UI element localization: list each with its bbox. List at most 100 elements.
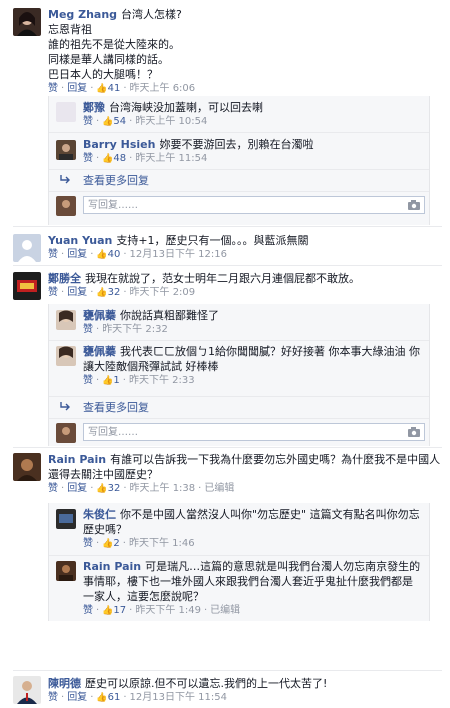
comment: 陳明德 歷史可以原諒.但不可以遺忘.我們的上一代太苦了! 赞 · 回复 · 👍61 · 12月… xyxy=(0,674,450,708)
reply-link[interactable]: 回复 xyxy=(67,692,87,703)
reply-time[interactable]: 昨天下午 2:32 xyxy=(102,324,168,335)
like-count[interactable]: 32 xyxy=(108,287,121,298)
thumbs-up-icon: 👍 xyxy=(102,117,114,127)
reply: 鄭豫 台湾海峡没加蓋喇，可以回去喇 赞 · 👍54 · 昨天上午 10:54 xyxy=(49,96,429,133)
reply-author[interactable]: 甕佩蓁 xyxy=(83,309,116,322)
comment: Rain Pain 有誰可以告訴我一下我為什麼要勿忘外國史嗎？為什麼我不是中國人還… xyxy=(0,451,450,676)
like-count[interactable]: 40 xyxy=(108,249,121,260)
reply-arrow-icon xyxy=(60,402,70,411)
reply-composer: 写回复…… xyxy=(49,419,429,447)
comment-text: 支持+1，歷史只有一個。。。與藍派無關 xyxy=(116,234,309,247)
reply-link[interactable]: 回复 xyxy=(67,249,87,260)
reply-link[interactable]: 回复 xyxy=(67,83,87,94)
comment-time[interactable]: 12月13日下午 11:54 xyxy=(130,692,227,703)
reply-composer: 写回复…… xyxy=(49,192,429,220)
comment-author[interactable]: Meg Zhang xyxy=(48,8,117,21)
like-link[interactable]: 赞 xyxy=(83,324,93,335)
reply-author[interactable]: 甕佩蓁 xyxy=(83,345,116,358)
like-count[interactable]: 2 xyxy=(113,538,119,549)
reply-time[interactable]: 昨天上午 11:54 xyxy=(135,153,207,164)
comment: Yuan Yuan 支持+1，歷史只有一個。。。與藍派無關 赞 · 回复 · 👍40 · 12… xyxy=(0,230,450,266)
avatar xyxy=(56,423,76,443)
comment-time[interactable]: 昨天上午 6:06 xyxy=(130,83,196,94)
like-link[interactable]: 赞 xyxy=(48,287,58,298)
like-count[interactable]: 54 xyxy=(113,116,126,127)
avatar[interactable] xyxy=(13,676,41,704)
like-link[interactable]: 赞 xyxy=(83,605,93,616)
like-count[interactable]: 17 xyxy=(113,605,126,616)
avatar[interactable] xyxy=(13,453,41,481)
comment-text: 有誰可以告訴我一下我為什麼要勿忘外國史嗎？為什麼我不是中國人還得去關注中國歷史？ xyxy=(48,453,441,481)
reply: 甕佩蓁 你說話真粗鄙難怪了 赞 · 昨天下午 2:32 xyxy=(49,304,429,341)
avatar[interactable] xyxy=(56,140,76,160)
reply-arrow-icon xyxy=(60,175,70,184)
avatar[interactable] xyxy=(13,272,41,300)
reply: 甕佩蓁 我代表ㄈㄈ放個ㄅ1給你聞聞膩？好好接著 你本事大綠油油 你讓大陸敵個飛彈試… xyxy=(49,340,429,397)
replies-panel: 朱俊仁 你不是中國人當然沒人叫你"勿忘歷史" 這篇文有點名叫你勿忘歷史嗎？ 赞 · 👍… xyxy=(48,503,430,621)
like-link[interactable]: 赞 xyxy=(48,483,58,494)
avatar[interactable] xyxy=(13,234,41,262)
like-link[interactable]: 赞 xyxy=(48,249,58,260)
like-count[interactable]: 41 xyxy=(108,83,121,94)
comment-author[interactable]: Rain Pain xyxy=(48,453,106,466)
thumbs-up-icon: 👍 xyxy=(96,250,108,260)
avatar[interactable] xyxy=(56,102,76,122)
reply-author[interactable]: Barry Hsieh xyxy=(83,138,155,151)
reply-author[interactable]: 朱俊仁 xyxy=(83,508,116,521)
reply-time[interactable]: 昨天上午 10:54 xyxy=(135,116,207,127)
divider xyxy=(13,265,442,266)
comment-text: 我現在就說了，范女士明年二月跟六月連個屁都不敢放。 xyxy=(85,272,360,285)
comment-time[interactable]: 昨天上午 1:38 xyxy=(130,483,196,494)
reply-link[interactable]: 回复 xyxy=(67,483,87,494)
avatar[interactable] xyxy=(56,310,76,330)
reply-link[interactable]: 回复 xyxy=(67,287,87,298)
like-count[interactable]: 48 xyxy=(113,153,126,164)
comment-meta: 赞 · 回复 · 👍41 · 昨天上午 6:06 xyxy=(48,83,196,94)
comment-time[interactable]: 12月13日下午 12:16 xyxy=(130,249,227,260)
reply-input[interactable]: 写回复…… xyxy=(83,423,425,441)
like-count[interactable]: 32 xyxy=(108,483,121,494)
divider xyxy=(13,226,442,227)
reply-author[interactable]: Rain Pain xyxy=(83,560,141,573)
like-link[interactable]: 赞 xyxy=(83,538,93,549)
divider xyxy=(13,447,442,448)
edited-label[interactable]: 已编辑 xyxy=(204,483,234,494)
comment-author[interactable]: 鄭勝全 xyxy=(48,272,81,285)
view-more-replies[interactable]: 查看更多回复 xyxy=(49,396,429,419)
like-link[interactable]: 赞 xyxy=(83,153,93,164)
like-count[interactable]: 1 xyxy=(113,375,119,386)
avatar xyxy=(56,196,76,216)
comments-thread: Meg Zhang 台湾人怎樣? 忘恩背祖 誰的祖先不是從大陸來的。 同樣是華人講… xyxy=(0,0,450,708)
reply-input[interactable]: 写回复…… xyxy=(83,196,425,214)
view-more-replies[interactable]: 查看更多回复 xyxy=(49,169,429,192)
camera-icon[interactable] xyxy=(408,200,420,210)
avatar[interactable] xyxy=(56,509,76,529)
replies-panel: 鄭豫 台湾海峡没加蓋喇，可以回去喇 赞 · 👍54 · 昨天上午 10:54 Barry … xyxy=(48,96,430,225)
thumbs-up-icon: 👍 xyxy=(102,539,114,549)
reply-text: 妳要不要游回去，別賴在台濁啦 xyxy=(159,138,314,151)
thumbs-up-icon: 👍 xyxy=(96,84,108,94)
thumbs-up-icon: 👍 xyxy=(102,376,114,386)
reply-time[interactable]: 昨天下午 1:46 xyxy=(129,538,195,549)
like-count[interactable]: 61 xyxy=(108,692,121,703)
like-link[interactable]: 赞 xyxy=(48,83,58,94)
like-link[interactable]: 赞 xyxy=(83,375,93,386)
camera-icon[interactable] xyxy=(408,427,420,437)
comment-author[interactable]: 陳明德 xyxy=(48,677,81,690)
thumbs-up-icon: 👍 xyxy=(96,288,108,298)
comment-time[interactable]: 昨天下午 2:09 xyxy=(130,287,196,298)
avatar[interactable] xyxy=(13,8,41,36)
like-link[interactable]: 赞 xyxy=(48,692,58,703)
reply-text: 你不是中國人當然沒人叫你"勿忘歷史" 這篇文有點名叫你勿忘歷史嗎？ xyxy=(83,508,420,536)
reply-time[interactable]: 昨天下午 2:33 xyxy=(129,375,195,386)
reply-text: 台湾海峡没加蓋喇，可以回去喇 xyxy=(109,101,263,114)
like-link[interactable]: 赞 xyxy=(83,116,93,127)
edited-label[interactable]: 已编辑 xyxy=(210,605,240,616)
avatar[interactable] xyxy=(56,346,76,366)
reply-time[interactable]: 昨天下午 1:49 xyxy=(135,605,201,616)
comment-author[interactable]: Yuan Yuan xyxy=(48,234,112,247)
thumbs-up-icon: 👍 xyxy=(102,606,114,616)
avatar[interactable] xyxy=(56,561,76,581)
reply-author[interactable]: 鄭豫 xyxy=(83,101,105,114)
reply: Barry Hsieh 妳要不要游回去，別賴在台濁啦 赞 · 👍48 · 昨天上午 11:… xyxy=(49,132,429,170)
